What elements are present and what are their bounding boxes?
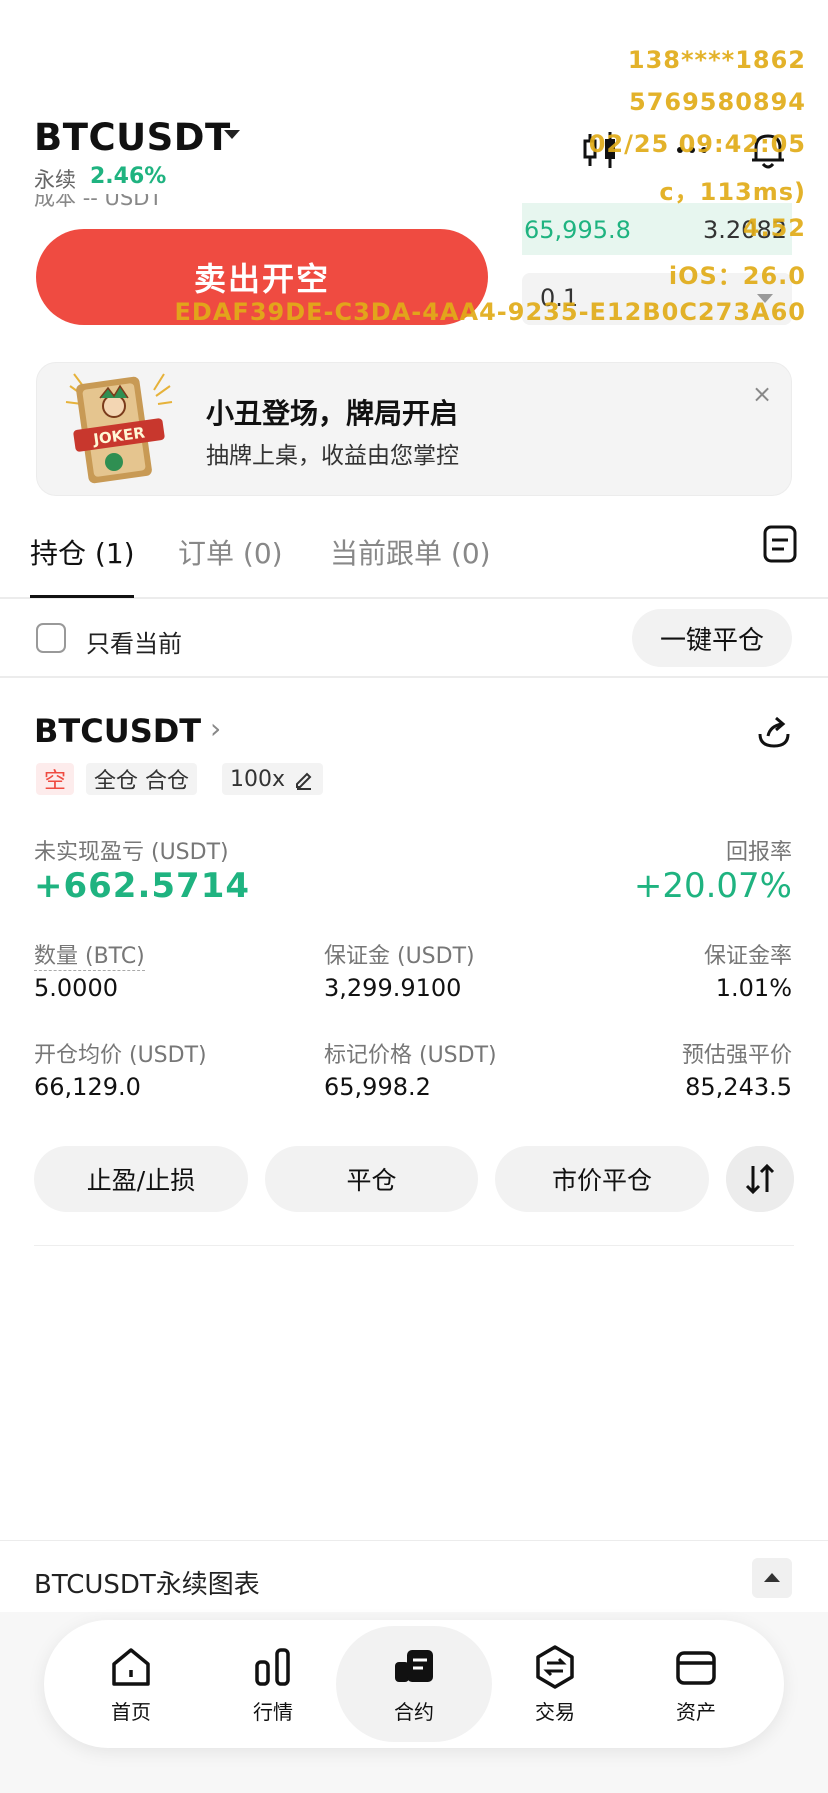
watermark-latency: c，113ms): [659, 178, 806, 206]
card-divider: [34, 1245, 794, 1246]
entry-price-value: 66,129.0: [34, 1073, 141, 1101]
trade-icon: [536, 1645, 574, 1689]
tab-orders[interactable]: 订单 (0): [178, 532, 283, 572]
margin-ratio-label: 保证金率: [703, 944, 792, 969]
close-position-button[interactable]: 平仓: [265, 1146, 478, 1212]
watermark-time: 02/25 09:42:05: [588, 130, 806, 158]
orderbook-price: 65,995.8: [524, 216, 631, 244]
tab-copy-trades[interactable]: 当前跟单 (0): [330, 532, 491, 572]
position-symbol[interactable]: BTCUSDT: [34, 712, 201, 750]
cost-row-partial: 成本 -- USDT: [34, 194, 484, 214]
nav-item-assets[interactable]: 资产: [641, 1644, 751, 1725]
chart-bar-label[interactable]: BTCUSDT永续图表: [34, 1564, 260, 1601]
close-all-button[interactable]: 一键平仓: [632, 609, 792, 667]
perpetual-label: 永续: [34, 168, 76, 192]
nav-label-market: 行情: [253, 1700, 293, 1724]
active-tab-underline: [30, 595, 134, 598]
cost-value: -- USDT: [82, 194, 163, 210]
watermark-phone: 138****1862: [627, 46, 806, 74]
nav-item-futures[interactable]: 合约: [359, 1644, 469, 1725]
margin-value: 3,299.9100: [324, 974, 462, 1002]
chevron-up-icon[interactable]: [752, 1558, 792, 1598]
nav-label-home: 首页: [111, 1700, 151, 1724]
reverse-position-icon[interactable]: [726, 1146, 794, 1212]
price-change: 2.46%: [90, 164, 167, 189]
banner-subtitle: 抽牌上桌，收益由您掌控: [206, 443, 459, 469]
mark-price-value: 65,998.2: [324, 1073, 431, 1101]
only-current-label: 只看当前: [86, 630, 182, 658]
banner-title: 小丑登场，牌局开启: [206, 397, 459, 430]
futures-icon: [395, 1650, 433, 1682]
chart-bar-divider: [0, 1540, 828, 1541]
margin-ratio-value: 1.01%: [715, 974, 792, 1002]
watermark-device-id: EDAF39DE-C3DA-4AA4-9235-E12B0C273A60: [174, 298, 806, 326]
quantity-label: 数量 (BTC): [34, 938, 145, 971]
home-icon: [112, 1648, 150, 1686]
joker-card-icon: JOKER: [65, 373, 173, 484]
chevron-right-icon[interactable]: ›: [210, 712, 221, 745]
quantity-value: 5.0000: [34, 974, 118, 1002]
nav-item-market[interactable]: 行情: [218, 1644, 328, 1725]
document-icon[interactable]: [762, 524, 798, 564]
pair-title[interactable]: BTCUSDT: [34, 116, 231, 159]
nav-label-assets: 资产: [676, 1700, 716, 1724]
banner-close-icon[interactable]: ×: [752, 380, 772, 408]
entry-price-label: 开仓均价 (USDT): [34, 1043, 207, 1068]
leverage-tag[interactable]: 100x: [222, 763, 324, 795]
tp-sl-button[interactable]: 止盈/止损: [34, 1146, 248, 1212]
mark-price-label: 标记价格 (USDT): [324, 1043, 497, 1068]
margin-mode-tag[interactable]: 全仓 合仓: [86, 763, 197, 795]
pair-dropdown-caret-icon[interactable]: [224, 130, 240, 139]
wallet-icon: [676, 1651, 716, 1685]
edit-icon[interactable]: [293, 768, 315, 790]
only-current-checkbox[interactable]: [36, 623, 66, 653]
leverage-value: 100x: [230, 766, 286, 792]
liquidation-price-label: 预估强平价: [681, 1043, 792, 1068]
liquidation-price-value: 85,243.5: [685, 1073, 792, 1101]
cost-label: 成本: [34, 194, 76, 210]
nav-label-trade: 交易: [535, 1700, 575, 1724]
side-tag: 空: [36, 763, 75, 795]
watermark-version: 4.52: [742, 214, 806, 242]
filter-divider: [0, 676, 828, 678]
share-icon[interactable]: [756, 714, 792, 750]
unrealized-pnl-label: 未实现盈亏 (USDT): [34, 840, 229, 865]
nav-item-trade[interactable]: 交易: [500, 1644, 610, 1725]
nav-item-home[interactable]: 首页: [76, 1644, 186, 1725]
margin-label: 保证金 (USDT): [324, 944, 475, 969]
market-close-button[interactable]: 市价平仓: [495, 1146, 709, 1212]
watermark-uid: 5769580894: [629, 88, 806, 116]
tab-positions[interactable]: 持仓 (1): [30, 532, 135, 572]
watermark-os: iOS：26.0: [668, 262, 806, 290]
roe-label: 回报率: [725, 840, 792, 865]
market-icon: [255, 1648, 290, 1686]
unrealized-pnl-value: +662.5714: [34, 866, 251, 906]
roe-value: +20.07%: [633, 866, 792, 906]
nav-label-futures: 合约: [394, 1700, 434, 1724]
